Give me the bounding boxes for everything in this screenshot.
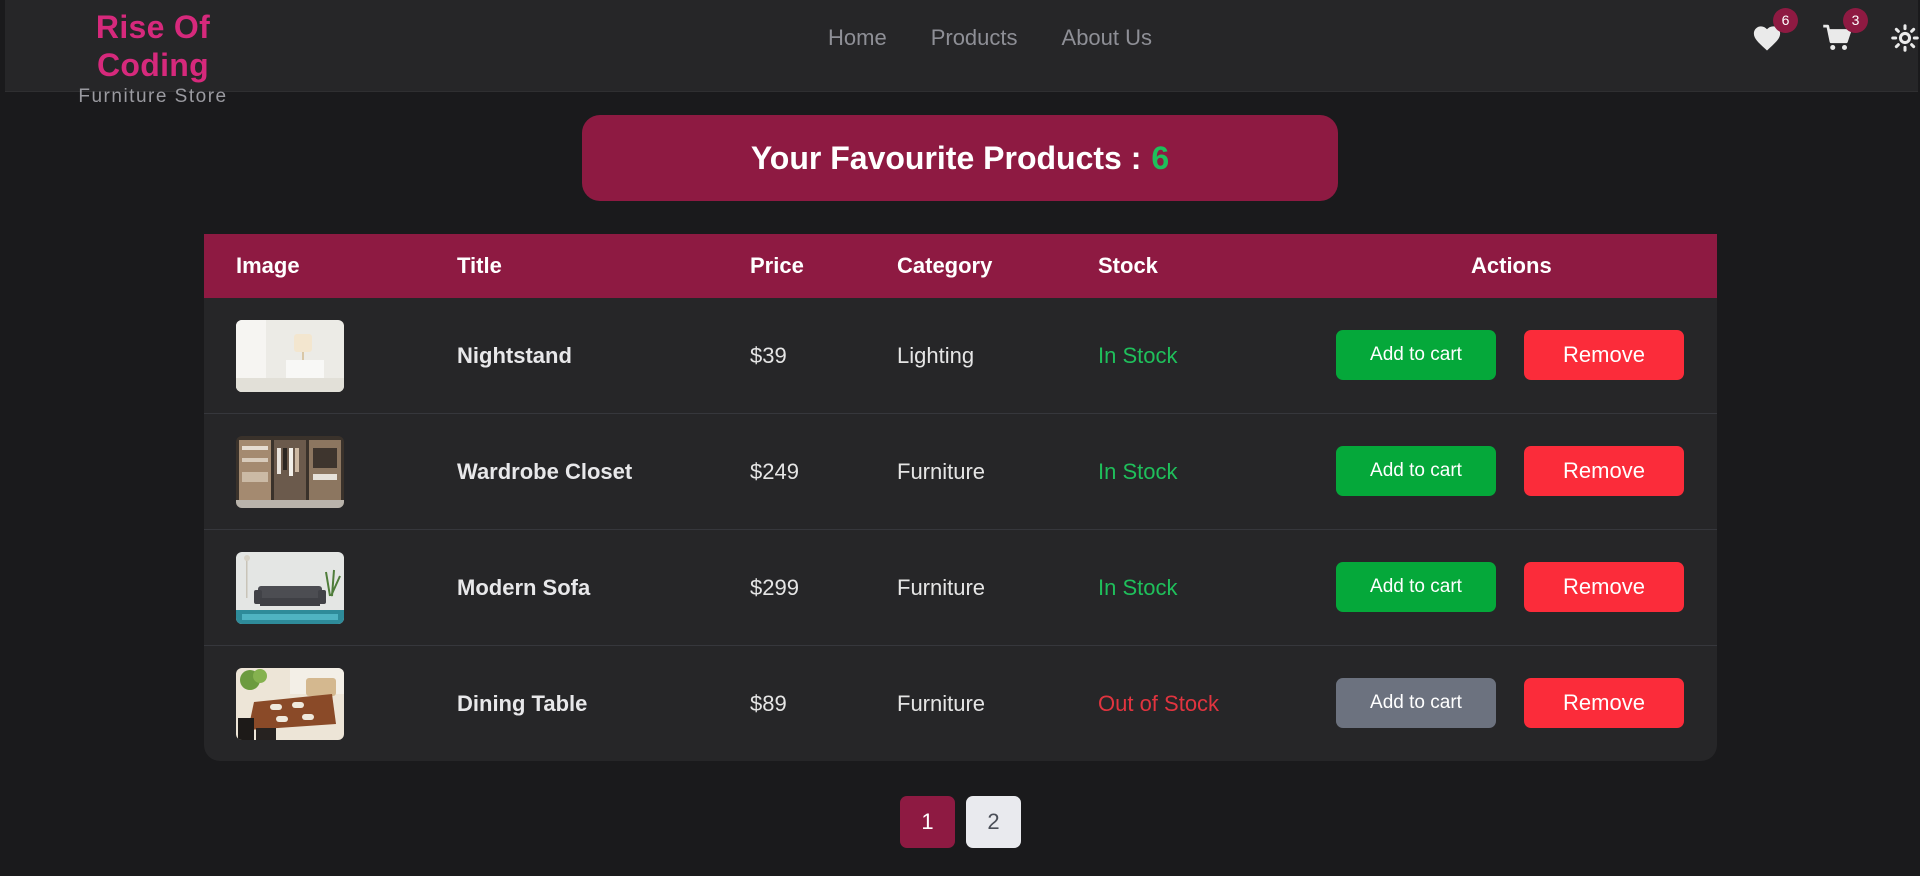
product-title: Modern Sofa	[457, 575, 591, 600]
table-header: Image Title Price Category Stock Actions	[204, 234, 1717, 298]
favorites-count-badge: 6	[1773, 8, 1798, 33]
remove-button[interactable]: Remove	[1524, 446, 1684, 496]
stock-status: In Stock	[1098, 343, 1178, 368]
add-to-cart-button[interactable]: Add to cart	[1336, 446, 1496, 496]
product-price: $39	[750, 343, 787, 368]
stock-status: Out of Stock	[1098, 691, 1220, 716]
remove-button[interactable]: Remove	[1524, 562, 1684, 612]
page-button-2[interactable]: 2	[966, 796, 1021, 848]
product-category: Furniture	[897, 459, 986, 484]
cart-button[interactable]: 3	[1822, 8, 1868, 52]
nav-links: Home Products About Us	[828, 24, 1152, 52]
table-row: Nightstand $39 Lighting In Stock Add to …	[204, 298, 1717, 414]
header-stock: Stock	[1098, 253, 1158, 278]
sun-icon	[1891, 24, 1919, 52]
stock-status: In Stock	[1098, 459, 1178, 484]
product-price: $249	[750, 459, 799, 484]
product-title: Wardrobe Closet	[457, 459, 633, 484]
dining-table-image	[236, 668, 344, 740]
product-category: Furniture	[897, 691, 986, 716]
table-row: Dining Table $89 Furniture Out of Stock …	[204, 646, 1717, 761]
table-row: Wardrobe Closet $249 Furniture In Stock …	[204, 414, 1717, 530]
product-image	[236, 320, 344, 392]
header-image: Image	[236, 253, 300, 278]
favourites-banner: Your Favourite Products : 6	[582, 115, 1338, 201]
header-actions: Actions	[1471, 253, 1552, 278]
header-price: Price	[750, 253, 804, 278]
product-image	[236, 436, 344, 508]
favorites-button[interactable]: 6	[1752, 8, 1798, 52]
nav-link-home[interactable]: Home	[828, 24, 887, 52]
favourites-count: 6	[1151, 139, 1170, 176]
nightstand-image	[236, 320, 344, 392]
favourites-table: Image Title Price Category Stock Actions…	[204, 234, 1717, 761]
nav-link-about-us[interactable]: About Us	[1062, 24, 1153, 52]
navbar: Rise Of Coding Furniture Store Home Prod…	[5, 0, 1919, 107]
product-category: Lighting	[897, 343, 975, 368]
add-to-cart-button[interactable]: Add to cart	[1336, 678, 1496, 728]
product-image	[236, 668, 344, 740]
pagination: 1 2	[900, 796, 1021, 848]
add-to-cart-button[interactable]: Add to cart	[1336, 562, 1496, 612]
product-category: Furniture	[897, 575, 986, 600]
product-price: $89	[750, 691, 787, 716]
table-row: Modern Sofa $299 Furniture In Stock Add …	[204, 530, 1717, 646]
page-button-1[interactable]: 1	[900, 796, 955, 848]
brand-subtitle: Furniture Store	[78, 86, 228, 107]
nav-link-products[interactable]: Products	[931, 24, 1018, 52]
product-price: $299	[750, 575, 799, 600]
remove-button[interactable]: Remove	[1524, 678, 1684, 728]
product-title: Dining Table	[457, 691, 588, 716]
brand-title[interactable]: Rise Of Coding	[38, 8, 268, 84]
add-to-cart-button[interactable]: Add to cart	[1336, 330, 1496, 380]
brand[interactable]: Rise Of Coding Furniture Store	[38, 8, 268, 108]
header-title: Title	[457, 253, 502, 278]
product-title: Nightstand	[457, 343, 572, 368]
header-category: Category	[897, 253, 993, 278]
wardrobe-image	[236, 436, 344, 508]
sofa-image	[236, 552, 344, 624]
theme-toggle-button[interactable]	[1891, 24, 1919, 52]
product-image	[236, 552, 344, 624]
banner-label: Your Favourite Products :	[750, 139, 1142, 176]
stock-status: In Stock	[1098, 575, 1178, 600]
remove-button[interactable]: Remove	[1524, 330, 1684, 380]
cart-count-badge: 3	[1843, 8, 1868, 33]
